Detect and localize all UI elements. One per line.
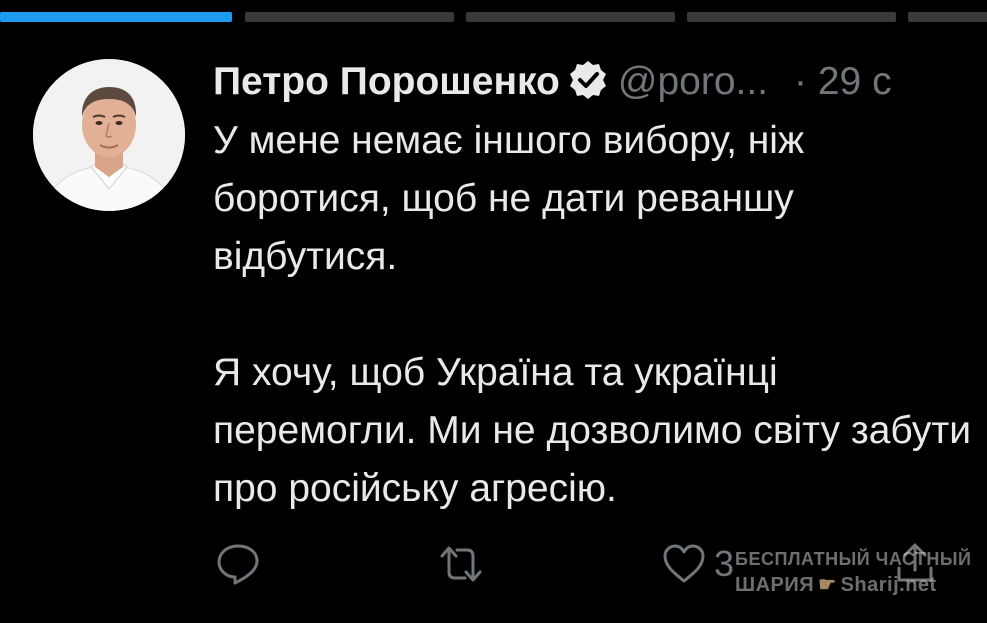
like-button[interactable]: 3: [660, 540, 734, 588]
tweet-header: Петро Порошенко @poro... · 29 с: [213, 52, 987, 112]
story-segment[interactable]: [687, 12, 896, 22]
author-handle[interactable]: @poro...: [618, 60, 768, 103]
like-count: 3: [714, 543, 735, 584]
story-segment-fill: [0, 12, 232, 22]
avatar[interactable]: [33, 59, 185, 211]
watermark-text: ШАРИЯ: [735, 574, 815, 596]
story-segment[interactable]: [0, 12, 232, 22]
story-segment[interactable]: [245, 12, 454, 22]
heart-icon: [663, 544, 705, 583]
story-progress-bar: [0, 12, 987, 22]
story-segment[interactable]: [466, 12, 675, 22]
tweet-timestamp[interactable]: · 29 с: [794, 60, 892, 103]
avatar-image: [33, 59, 185, 211]
watermark-line: ШАРИЯ ☛ Sharij.net: [735, 574, 980, 596]
retweet-icon: [440, 546, 482, 582]
tweet-body: У мене немає іншого вибору, ніж боротися…: [213, 112, 983, 518]
watermark-line: БЕСПЛАТНЫЙ ЧАСТНЫЙ: [735, 549, 972, 569]
story-segment[interactable]: [908, 12, 987, 22]
tweet-paragraph: У мене немає іншого вибору, ніж боротися…: [213, 119, 805, 278]
retweet-button[interactable]: [434, 540, 488, 588]
reply-icon: [217, 544, 259, 585]
author-name[interactable]: Петро Порошенко: [213, 60, 560, 103]
pointing-hand-icon: ☛: [818, 574, 837, 596]
watermark: БЕСПЛАТНЫЙ ЧАСТНЫЙ ШАРИЯ ☛ Sharij.net: [735, 548, 980, 604]
watermark-text: Sharij.net: [840, 574, 937, 596]
verified-badge-icon: [566, 58, 610, 102]
reply-button[interactable]: [214, 540, 262, 588]
tweet-paragraph: Я хочу, щоб Україна та українці перемогл…: [213, 351, 972, 510]
